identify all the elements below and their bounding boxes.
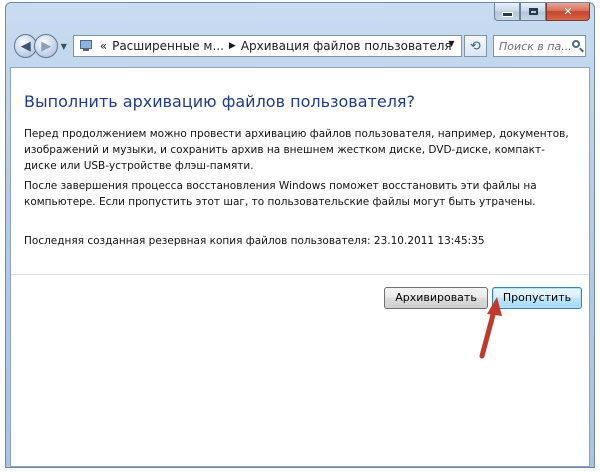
search-icon[interactable]	[571, 40, 580, 48]
screen: ✕ ◀ ▶ ▼ « Расширенные м... ▶ Архивация ф…	[0, 0, 600, 472]
search-input[interactable]: Поиск в па...	[493, 35, 586, 57]
forward-arrow-icon: ▶	[41, 38, 52, 54]
forward-button[interactable]: ▶	[34, 34, 58, 58]
minimize-icon	[501, 12, 513, 17]
maximize-button[interactable]	[520, 3, 546, 21]
content-pane: Выполнить архивацию файлов пользователя?…	[10, 67, 590, 467]
search-placeholder: Поиск в па...	[499, 39, 572, 53]
breadcrumb-user-file-backup[interactable]: Архивация файлов пользователя	[241, 39, 452, 53]
skip-button[interactable]: Пропустить	[492, 287, 582, 309]
wizard-window: ✕ ◀ ▶ ▼ « Расширенные м... ▶ Архивация ф…	[5, 2, 595, 468]
minimize-button[interactable]	[494, 3, 520, 21]
control-panel-icon	[79, 39, 95, 53]
close-button[interactable]: ✕	[546, 3, 590, 21]
address-bar[interactable]: « Расширенные м... ▶ Архивация файлов по…	[72, 35, 462, 57]
page-title: Выполнить архивацию файлов пользователя?	[24, 92, 416, 111]
recent-pages-dropdown[interactable]: ▼	[59, 42, 69, 51]
navigation-bar: ◀ ▶ ▼ « Расширенные м... ▶ Архивация фай…	[14, 33, 586, 59]
description-paragraph-2: После завершения процесса восстановления…	[24, 180, 537, 208]
maximize-icon	[528, 8, 538, 15]
breadcrumb-advanced[interactable]: Расширенные м...	[112, 39, 224, 53]
breadcrumb-separator-icon[interactable]: ▶	[229, 41, 236, 51]
close-icon: ✕	[563, 5, 573, 18]
refresh-icon: ⟲	[469, 38, 481, 54]
caption-buttons: ✕	[494, 3, 590, 23]
last-backup-info: Последняя созданная резервная копия файл…	[24, 235, 485, 247]
chevron-down-icon: ▼	[60, 41, 67, 51]
address-overflow-chevrons[interactable]: «	[100, 39, 107, 53]
description-paragraph-1: Перед продолжением можно провести архива…	[24, 128, 569, 172]
archive-button[interactable]: Архивировать	[384, 287, 488, 309]
refresh-button[interactable]: ⟲	[463, 35, 488, 57]
back-arrow-icon: ◀	[20, 38, 31, 54]
divider	[11, 274, 589, 275]
address-dropdown-icon[interactable]: ▼	[448, 39, 454, 48]
